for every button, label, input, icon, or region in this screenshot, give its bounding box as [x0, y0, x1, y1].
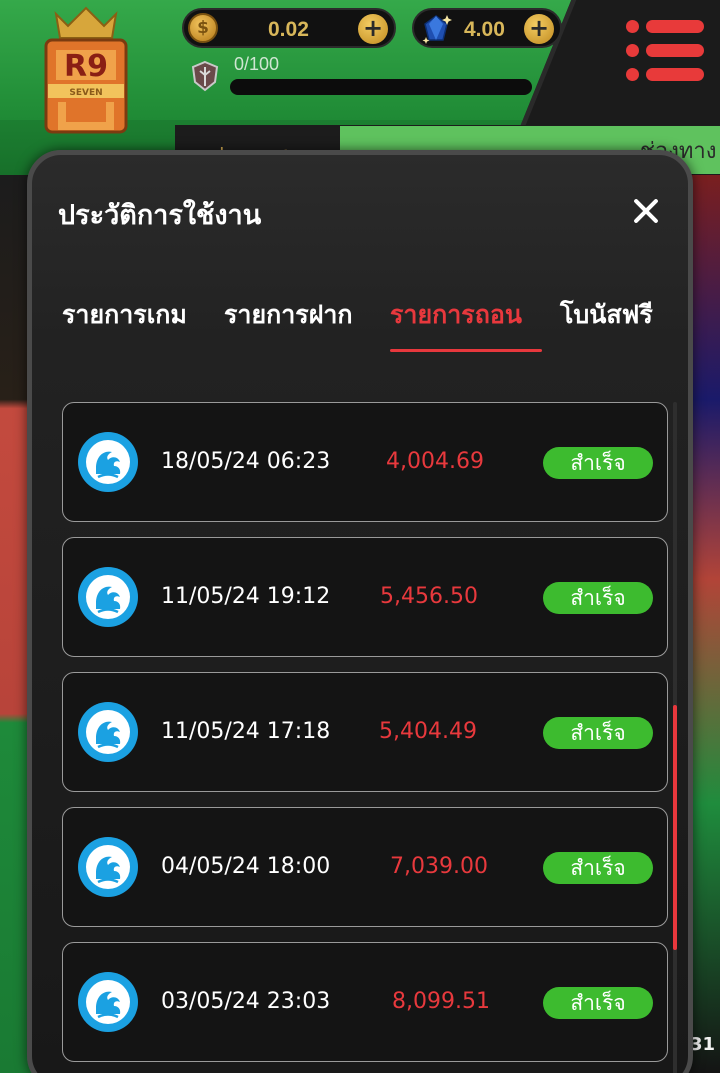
transaction-row[interactable]: 11/05/24 19:12 5,456.50 สำเร็จ	[62, 537, 668, 657]
kasikorn-bank-icon	[78, 432, 138, 492]
status-badge: สำเร็จ	[543, 447, 653, 479]
add-coin-button[interactable]: +	[358, 14, 388, 44]
transaction-amount: 7,039.00	[390, 854, 488, 879]
transaction-row[interactable]: 04/05/24 18:00 7,039.00 สำเร็จ	[62, 807, 668, 927]
coin-balance-value: 0.02	[268, 18, 309, 41]
status-badge: สำเร็จ	[543, 717, 653, 749]
history-modal: ประวัติการใช้งาน รายการเกม รายการฝาก ราย…	[27, 150, 693, 1073]
transaction-row[interactable]: 11/05/24 17:18 5,404.49 สำเร็จ	[62, 672, 668, 792]
transaction-datetime: 11/05/24 17:18	[161, 719, 331, 744]
kasikorn-bank-icon	[78, 702, 138, 762]
transaction-amount: 5,404.49	[379, 719, 477, 744]
transaction-datetime: 11/05/24 19:12	[161, 584, 331, 609]
background-side-badge: 31	[690, 1034, 716, 1055]
rank-progress-bar	[230, 79, 532, 95]
gem-balance-pill: 4.00 +	[412, 8, 562, 48]
rank-shield-icon	[191, 60, 219, 92]
transaction-amount: 4,004.69	[386, 449, 484, 474]
brand-logo[interactable]: R9 SEVEN	[38, 6, 134, 136]
logo-r9-text: R9	[64, 49, 108, 84]
tab-free-bonus[interactable]: โบนัสฟรี	[560, 295, 653, 335]
tab-deposits[interactable]: รายการฝาก	[224, 295, 353, 335]
transaction-datetime: 04/05/24 18:00	[161, 854, 331, 879]
transaction-datetime: 03/05/24 23:03	[161, 989, 331, 1014]
kasikorn-bank-icon	[78, 972, 138, 1032]
history-tabs: รายการเกม รายการฝาก รายการถอน โบนัสฟรี	[32, 295, 688, 355]
list-scrollbar-thumb[interactable]	[673, 705, 677, 950]
tab-games[interactable]: รายการเกม	[62, 295, 187, 335]
active-tab-underline	[390, 349, 542, 352]
rank-progress-text: 0/100	[234, 54, 280, 74]
status-badge: สำเร็จ	[543, 852, 653, 884]
transaction-list[interactable]: 18/05/24 06:23 4,004.69 สำเร็จ 11/05/24 19:…	[62, 402, 668, 1073]
transaction-row[interactable]: 03/05/24 23:03 8,099.51 สำเร็จ	[62, 942, 668, 1062]
tab-withdrawals[interactable]: รายการถอน	[390, 295, 522, 335]
logo-seven-text: SEVEN	[69, 88, 102, 98]
close-icon[interactable]	[628, 193, 664, 229]
gem-icon	[422, 15, 452, 44]
list-scrollbar[interactable]	[673, 402, 677, 1073]
status-badge: สำเร็จ	[543, 987, 653, 1019]
transaction-row[interactable]: 18/05/24 06:23 4,004.69 สำเร็จ	[62, 402, 668, 522]
transaction-datetime: 18/05/24 06:23	[161, 449, 331, 474]
status-badge: สำเร็จ	[543, 582, 653, 614]
top-header: R9 SEVEN $ 0.02 + 4.00 + 0/100 ประกาศ ช่…	[0, 0, 720, 175]
coin-balance-pill: $ 0.02 +	[182, 8, 396, 48]
add-gem-button[interactable]: +	[524, 14, 554, 44]
modal-title: ประวัติการใช้งาน	[58, 200, 262, 231]
coin-icon: $	[188, 13, 218, 43]
transaction-amount: 8,099.51	[392, 989, 490, 1014]
hamburger-menu-icon[interactable]	[626, 20, 708, 84]
gem-balance-value: 4.00	[464, 18, 505, 41]
kasikorn-bank-icon	[78, 567, 138, 627]
kasikorn-bank-icon	[78, 837, 138, 897]
transaction-amount: 5,456.50	[380, 584, 478, 609]
